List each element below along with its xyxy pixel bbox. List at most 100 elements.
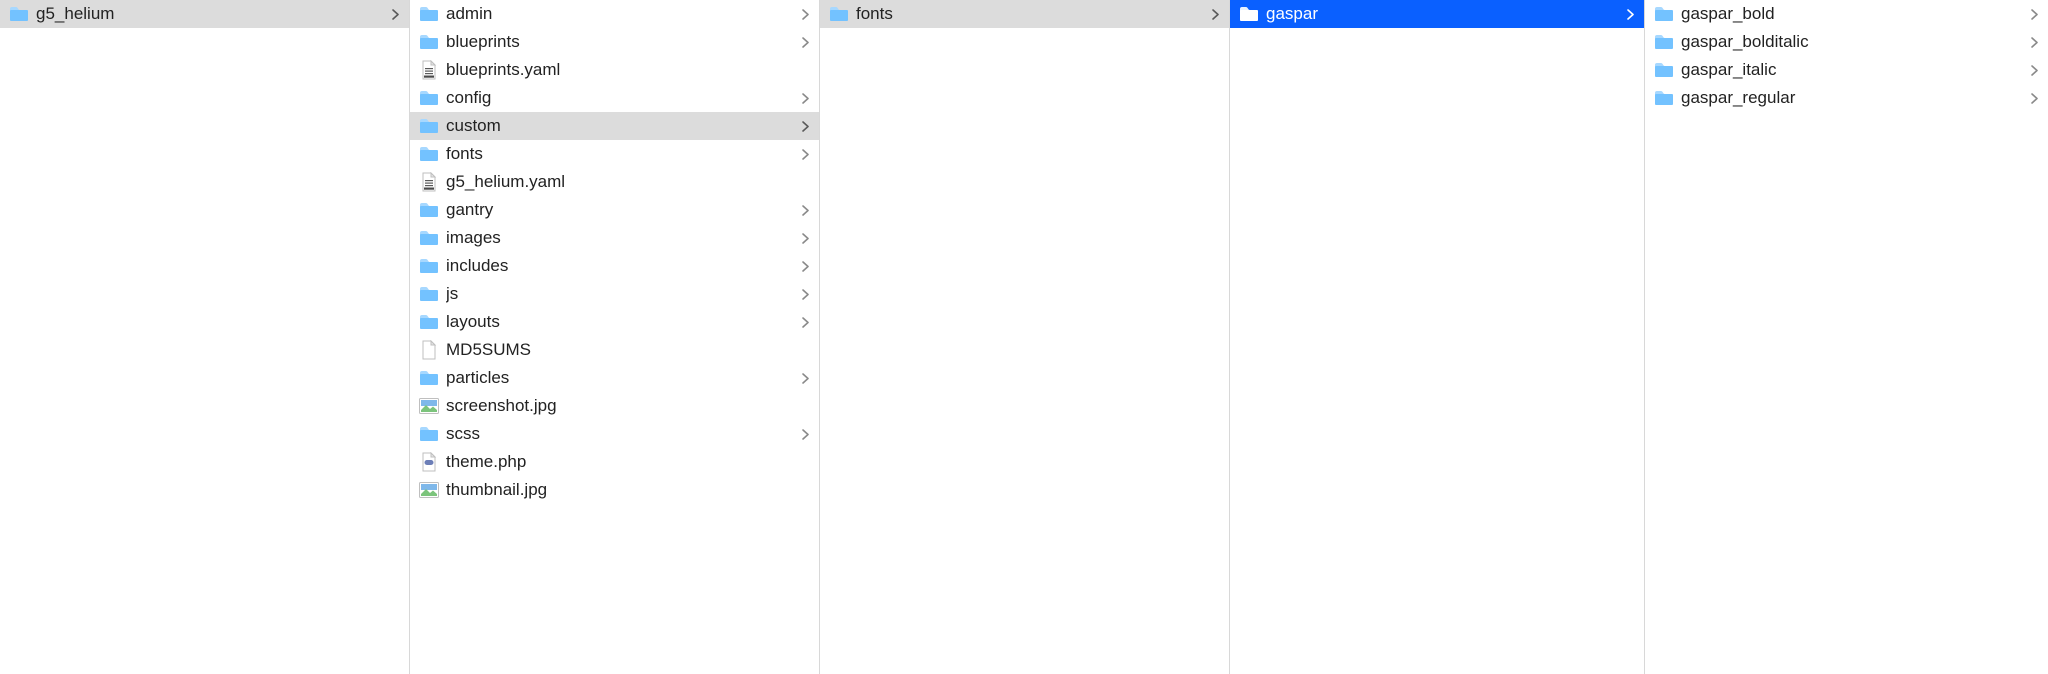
list-item[interactable]: js — [410, 280, 819, 308]
item-label: g5_helium — [36, 4, 389, 24]
folder-icon — [418, 3, 440, 25]
item-label: custom — [446, 116, 799, 136]
list-item[interactable]: images — [410, 224, 819, 252]
finder-column: gaspar — [1230, 0, 1645, 674]
item-label: fonts — [446, 144, 799, 164]
chevron-right-icon — [799, 289, 811, 300]
item-label: gaspar_bolditalic — [1681, 32, 2028, 52]
list-item[interactable]: fonts — [410, 140, 819, 168]
chevron-right-icon — [389, 9, 401, 20]
image-file-icon — [418, 395, 440, 417]
folder-icon — [1653, 59, 1675, 81]
list-item[interactable]: blueprints.yaml — [410, 56, 819, 84]
image-file-icon — [418, 479, 440, 501]
chevron-right-icon — [799, 37, 811, 48]
item-label: gaspar — [1266, 4, 1624, 24]
finder-column: gaspar_bold gaspar_bolditalic gaspar_ita… — [1645, 0, 2048, 674]
folder-icon — [418, 115, 440, 137]
chevron-right-icon — [2028, 37, 2040, 48]
item-label: blueprints.yaml — [446, 60, 811, 80]
list-item[interactable]: scss — [410, 420, 819, 448]
folder-icon — [1238, 3, 1260, 25]
list-item[interactable]: theme.php — [410, 448, 819, 476]
item-label: images — [446, 228, 799, 248]
item-label: js — [446, 284, 799, 304]
list-item[interactable]: custom — [410, 112, 819, 140]
item-label: gaspar_italic — [1681, 60, 2028, 80]
list-item[interactable]: fonts — [820, 0, 1229, 28]
item-label: thumbnail.jpg — [446, 480, 811, 500]
item-label: g5_helium.yaml — [446, 172, 811, 192]
list-item[interactable]: gaspar — [1230, 0, 1644, 28]
yaml-file-icon — [418, 171, 440, 193]
folder-icon — [1653, 87, 1675, 109]
list-item[interactable]: admin — [410, 0, 819, 28]
file-icon — [418, 339, 440, 361]
yaml-file-icon — [418, 59, 440, 81]
folder-icon — [1653, 3, 1675, 25]
item-label: layouts — [446, 312, 799, 332]
folder-icon — [418, 311, 440, 333]
list-item[interactable]: includes — [410, 252, 819, 280]
item-label: scss — [446, 424, 799, 444]
folder-icon — [8, 3, 30, 25]
php-file-icon — [418, 451, 440, 473]
item-label: includes — [446, 256, 799, 276]
list-item[interactable]: MD5SUMS — [410, 336, 819, 364]
folder-icon — [418, 283, 440, 305]
list-item[interactable]: gantry — [410, 196, 819, 224]
chevron-right-icon — [799, 149, 811, 160]
item-label: gaspar_bold — [1681, 4, 2028, 24]
folder-icon — [418, 87, 440, 109]
item-label: fonts — [856, 4, 1209, 24]
list-item[interactable]: config — [410, 84, 819, 112]
list-item[interactable]: gaspar_italic — [1645, 56, 2048, 84]
list-item[interactable]: particles — [410, 364, 819, 392]
list-item[interactable]: g5_helium.yaml — [410, 168, 819, 196]
item-label: gantry — [446, 200, 799, 220]
chevron-right-icon — [1624, 9, 1636, 20]
chevron-right-icon — [799, 373, 811, 384]
item-label: config — [446, 88, 799, 108]
finder-column: g5_helium — [0, 0, 410, 674]
chevron-right-icon — [2028, 65, 2040, 76]
item-label: gaspar_regular — [1681, 88, 2028, 108]
list-item[interactable]: thumbnail.jpg — [410, 476, 819, 504]
item-label: particles — [446, 368, 799, 388]
chevron-right-icon — [799, 429, 811, 440]
folder-icon — [418, 143, 440, 165]
chevron-right-icon — [799, 93, 811, 104]
chevron-right-icon — [2028, 9, 2040, 20]
chevron-right-icon — [799, 121, 811, 132]
folder-icon — [418, 423, 440, 445]
chevron-right-icon — [799, 205, 811, 216]
folder-icon — [1653, 31, 1675, 53]
list-item[interactable]: gaspar_regular — [1645, 84, 2048, 112]
chevron-right-icon — [1209, 9, 1221, 20]
item-label: MD5SUMS — [446, 340, 811, 360]
folder-icon — [418, 367, 440, 389]
finder-column: admin blueprints blueprints.yaml config … — [410, 0, 820, 674]
list-item[interactable]: blueprints — [410, 28, 819, 56]
chevron-right-icon — [799, 261, 811, 272]
chevron-right-icon — [799, 9, 811, 20]
chevron-right-icon — [799, 317, 811, 328]
list-item[interactable]: gaspar_bold — [1645, 0, 2048, 28]
folder-icon — [418, 255, 440, 277]
item-label: theme.php — [446, 452, 811, 472]
finder-column: fonts — [820, 0, 1230, 674]
folder-icon — [828, 3, 850, 25]
list-item[interactable]: layouts — [410, 308, 819, 336]
item-label: admin — [446, 4, 799, 24]
folder-icon — [418, 31, 440, 53]
chevron-right-icon — [799, 233, 811, 244]
item-label: blueprints — [446, 32, 799, 52]
folder-icon — [418, 227, 440, 249]
chevron-right-icon — [2028, 93, 2040, 104]
list-item[interactable]: g5_helium — [0, 0, 409, 28]
folder-icon — [418, 199, 440, 221]
finder-column-view: g5_helium admin blueprints blueprints.ya… — [0, 0, 2048, 674]
list-item[interactable]: gaspar_bolditalic — [1645, 28, 2048, 56]
item-label: screenshot.jpg — [446, 396, 811, 416]
list-item[interactable]: screenshot.jpg — [410, 392, 819, 420]
